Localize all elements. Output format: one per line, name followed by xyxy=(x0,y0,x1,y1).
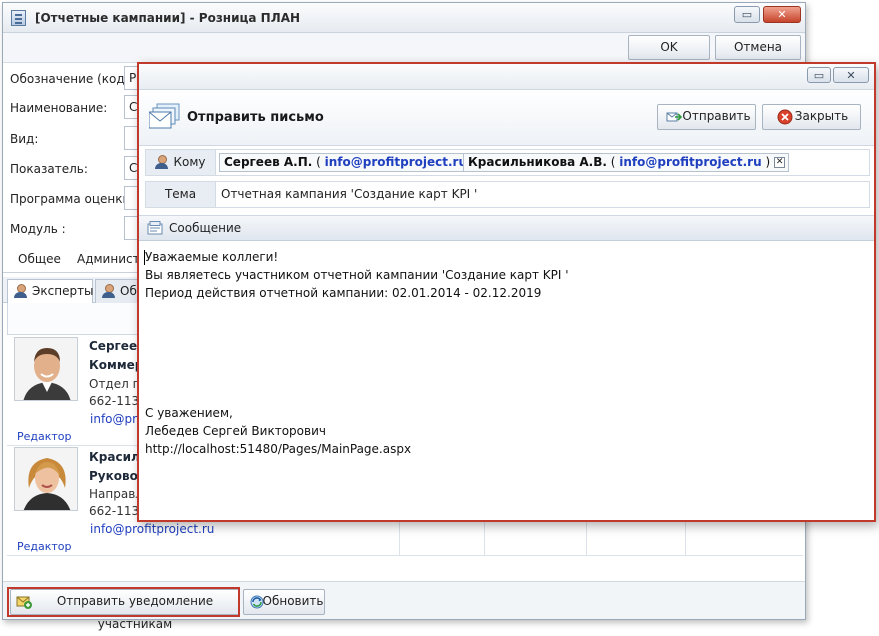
dialog-title: Отправить письмо xyxy=(187,110,324,125)
message-label: Сообщение xyxy=(169,221,242,235)
type-label: Вид: xyxy=(10,132,39,146)
close-circle-icon xyxy=(777,109,793,125)
to-label-cell: Кому xyxy=(146,150,216,175)
close-button-label: Закрыть xyxy=(794,109,849,123)
recipient-paren-open: ( xyxy=(610,155,620,169)
subject-label: Тема xyxy=(146,182,216,207)
tab-experts[interactable]: Эксперты xyxy=(7,279,94,303)
module-label: Модуль : xyxy=(10,222,66,236)
row-divider xyxy=(7,555,803,556)
recipient-chip[interactable]: Сергеев А.П. ( info@profitproject.ru ) ✕ xyxy=(219,153,495,172)
editor-link[interactable]: Редактор xyxy=(17,430,72,443)
message-section-header: Сообщение xyxy=(139,215,874,241)
recipient-paren-close: ) xyxy=(761,155,771,169)
cancel-button[interactable]: Отмена xyxy=(715,35,801,60)
avatar xyxy=(14,337,78,401)
close-button[interactable]: Закрыть xyxy=(762,104,861,130)
person-icon xyxy=(155,155,168,169)
recipient-name: Красильникова А.В. xyxy=(468,155,607,169)
tab-experts-label: Эксперты xyxy=(32,284,94,298)
expert-position: Коммер xyxy=(89,358,144,372)
subject-input[interactable]: Отчетная кампания 'Создание карт KPI ' xyxy=(221,187,477,201)
tab-objects-label: Об xyxy=(120,284,137,298)
name-label: Наименование: xyxy=(10,101,108,115)
window-titlebar: [Отчетные кампании] - Розница ПЛАН ▭ ✕ xyxy=(3,3,805,33)
refresh-label: Обновить xyxy=(262,594,324,608)
expert-email-link[interactable]: info@profitproject.ru xyxy=(90,522,214,536)
to-row: Кому Сергеев А.П. ( info@profitproject.r… xyxy=(145,149,870,176)
code-label: Обозначение (код): xyxy=(10,72,134,86)
message-icon xyxy=(147,221,163,235)
program-label: Программа оценки : xyxy=(10,192,139,206)
recipient-email: info@profitproject.ru xyxy=(619,155,762,169)
recipient-paren-open: ( xyxy=(316,155,325,169)
person-icon xyxy=(102,284,115,298)
person-icon xyxy=(14,284,27,298)
restore-icon[interactable]: ▭ xyxy=(734,6,760,23)
editor-link[interactable]: Редактор xyxy=(17,540,72,553)
restore-icon[interactable]: ▭ xyxy=(807,67,831,83)
close-icon[interactable]: ✕ xyxy=(763,6,801,23)
send-letter-dialog: ▭ ✕ Отправить письмо Отправить Закрыть К… xyxy=(137,62,876,522)
dialog-titlebar: ▭ ✕ xyxy=(139,64,874,90)
recipient-email: info@profitproject.ru xyxy=(324,155,468,169)
send-button[interactable]: Отправить xyxy=(657,104,756,130)
refresh-icon xyxy=(250,595,264,609)
recipient-chip[interactable]: Красильникова А.В. ( info@profitproject.… xyxy=(463,153,790,172)
body-line: Вы являетесь участником отчетной кампани… xyxy=(145,268,569,282)
signature-line: http://localhost:51480/Pages/MainPage.as… xyxy=(145,442,412,456)
send-button-label: Отправить xyxy=(682,109,751,123)
body-line: Период действия отчетной кампании: 02.01… xyxy=(145,286,542,300)
signature-line: Лебедев Сергей Викторович xyxy=(145,424,326,438)
highlight-frame xyxy=(7,587,240,617)
ok-button[interactable]: OK xyxy=(628,35,710,60)
recipient-name: Сергеев А.П. xyxy=(224,155,313,169)
avatar xyxy=(14,447,78,511)
subject-row: Тема Отчетная кампания 'Создание карт KP… xyxy=(145,181,870,208)
close-icon[interactable]: ✕ xyxy=(833,67,869,83)
mail-icon xyxy=(149,103,180,129)
message-body-editor[interactable]: Уважаемые коллеги! Вы являетесь участник… xyxy=(139,242,874,520)
tab-general[interactable]: Общее xyxy=(18,252,61,266)
body-line: Уважаемые коллеги! xyxy=(145,250,279,264)
signature-line: С уважением, xyxy=(145,406,233,420)
document-icon xyxy=(11,10,26,26)
dialog-header: Отправить письмо Отправить Закрыть xyxy=(139,90,874,146)
indicator-label: Показатель: xyxy=(10,162,88,176)
send-icon xyxy=(666,112,682,122)
remove-recipient-icon[interactable]: ✕ xyxy=(774,157,786,168)
refresh-button[interactable]: Обновить xyxy=(243,589,325,615)
window-toolbar: OK Отмена xyxy=(3,33,805,63)
window-title: [Отчетные кампании] - Розница ПЛАН xyxy=(35,11,301,25)
